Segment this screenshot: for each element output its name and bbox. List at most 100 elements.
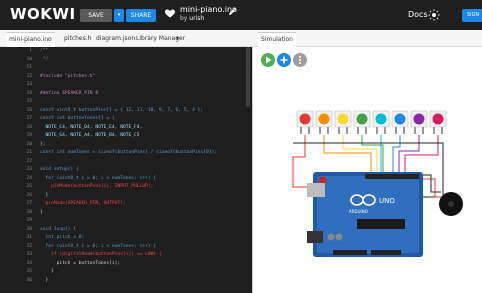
share-button[interactable]: SHARE — [126, 9, 156, 22]
pushbutton-cap[interactable] — [432, 113, 444, 125]
pushbutton[interactable] — [315, 110, 333, 134]
line-number: 12 — [26, 73, 32, 79]
tab-pitches-h[interactable]: pitches.h — [64, 34, 91, 44]
pushbutton-cap[interactable] — [337, 113, 349, 125]
code-line[interactable]: for (uint8_t i = 0; i < numTones; i++) { — [40, 175, 157, 184]
board-brand-label: ARDUINO — [349, 209, 368, 214]
code-line[interactable]: void loop() { — [40, 226, 76, 235]
line-number: 28 — [26, 209, 32, 215]
tabs-menu-button[interactable]: ▾ — [176, 34, 179, 44]
code-line[interactable]: int pitch = 0; — [40, 234, 85, 243]
line-number: 27 — [26, 201, 32, 206]
line-number: 25 — [26, 184, 32, 189]
code-line[interactable]: for (uint8_t i = 0; i < numTones; i++) { — [40, 243, 157, 252]
code-line[interactable]: if (digitalRead(buttonPins[i]) == LOW) { — [40, 251, 162, 260]
pushbutton[interactable] — [296, 110, 314, 134]
code-line[interactable]: const int buttonTones[] = { — [40, 115, 115, 124]
pushbutton[interactable] — [410, 110, 428, 134]
line-number: 20 — [26, 141, 32, 147]
usb-port — [307, 183, 325, 197]
code-line[interactable]: const uint8_t buttonPins[] = { 12, 11, 1… — [40, 107, 203, 116]
pushbutton[interactable] — [334, 110, 352, 134]
top-bar: WOKWI SAVE ▾ SHARE mini-piano.ino by uri… — [0, 0, 482, 30]
code-line[interactable]: pinMode(SPEAKER_PIN, OUTPUT); — [40, 200, 126, 209]
pushbutton-cap[interactable] — [318, 113, 330, 125]
capacitor — [335, 233, 343, 241]
heart-icon[interactable] — [164, 7, 176, 19]
pushbutton-leg — [357, 127, 359, 134]
save-dropdown-button[interactable]: ▾ — [114, 9, 124, 22]
circuit-canvas[interactable]: UNO ARDUINO — [253, 47, 482, 293]
line-number: 10 — [26, 56, 32, 62]
pushbutton[interactable] — [372, 110, 390, 134]
line-number: 11 — [26, 65, 32, 70]
pushbutton-leg — [433, 127, 435, 134]
editor-scrollbar[interactable] — [246, 47, 250, 107]
pushbutton[interactable] — [353, 110, 371, 134]
code-line[interactable]: } — [40, 268, 54, 277]
pushbutton-leg — [422, 127, 424, 134]
line-number: 24 — [26, 175, 32, 181]
line-number: 19 — [26, 133, 32, 138]
line-number: 33 — [26, 252, 32, 257]
code-line[interactable]: NOTE_G4, NOTE_A4, NOTE_B4, NOTE_C5 — [40, 132, 140, 141]
code-line[interactable]: #define SPEAKER_PIN 8 — [40, 90, 98, 99]
tab-bar: mini-piano.ino pitches.h diagram.json Li… — [0, 30, 482, 48]
line-number: 31 — [26, 235, 32, 240]
line-number: 36 — [26, 277, 32, 283]
reset-button[interactable] — [319, 177, 326, 183]
pencil-icon[interactable] — [228, 7, 237, 16]
pushbutton[interactable] — [429, 110, 447, 134]
code-editor[interactable]: 1/** 10 */ 11 12 #include "pitches.h" 13 … — [0, 47, 252, 293]
pushbutton-leg — [441, 127, 443, 134]
code-line[interactable]: NOTE_C4, NOTE_D4, NOTE_E4, NOTE_F4, — [40, 124, 143, 133]
pushbutton-leg — [414, 127, 416, 134]
pushbutton-leg — [403, 127, 405, 134]
line-number: 1 — [29, 48, 32, 53]
docs-link[interactable]: Docs — [408, 10, 428, 19]
line-number: 16 — [26, 107, 32, 113]
pushbutton-cap[interactable] — [375, 113, 387, 125]
code-line[interactable]: /** — [40, 47, 48, 56]
code-line[interactable]: } — [40, 192, 49, 201]
tab-simulation[interactable]: Simulation — [258, 32, 296, 48]
pushbutton-cap[interactable] — [356, 113, 368, 125]
code-line[interactable]: pinMode(buttonPins[i], INPUT_PULLUP); — [40, 183, 153, 192]
line-number: 29 — [26, 218, 32, 223]
simulation-panel: UNO ARDUINO — [252, 47, 482, 293]
code-line[interactable]: #include "pitches.h" — [40, 73, 95, 82]
code-line[interactable]: pitch = buttonTones[i]; — [40, 260, 121, 269]
line-number: 18 — [26, 124, 32, 130]
pushbutton-leg — [300, 127, 302, 134]
save-button[interactable]: SAVE — [80, 9, 112, 22]
wokwi-logo[interactable]: WOKWI — [10, 5, 76, 23]
code-line[interactable]: } — [40, 209, 43, 218]
code-line[interactable]: void setup() { — [40, 166, 79, 175]
line-number: 17 — [26, 116, 32, 121]
capacitor — [327, 233, 335, 241]
arduino-uno-board[interactable]: UNO ARDUINO — [307, 172, 423, 257]
board-model-label: UNO — [379, 197, 395, 205]
pushbutton-cap[interactable] — [413, 113, 425, 125]
line-number: 13 — [26, 82, 32, 87]
digital-header — [365, 174, 419, 179]
buzzer[interactable] — [439, 192, 463, 216]
code-line[interactable]: const int numTones = sizeof(buttonPins) … — [40, 149, 217, 158]
pushbutton-leg — [327, 127, 329, 134]
code-line[interactable]: } — [40, 277, 49, 286]
sign-in-button[interactable]: SIGN — [462, 9, 482, 22]
pushbutton[interactable] — [391, 110, 409, 134]
pushbutton-leg — [308, 127, 310, 134]
tab-diagram-json[interactable]: diagram.json — [96, 34, 135, 44]
theme-toggle-icon[interactable] — [428, 9, 440, 21]
code-line[interactable]: }; — [40, 141, 46, 150]
author-name[interactable]: urish — [189, 15, 204, 22]
pushbutton-cap[interactable] — [394, 113, 406, 125]
line-number: 21 — [26, 150, 32, 155]
by-prefix: by — [180, 15, 188, 22]
pushbutton-cap[interactable] — [299, 113, 311, 125]
power-header — [333, 250, 367, 255]
code-line[interactable]: */ — [40, 56, 49, 65]
tab-mini-piano-ino[interactable]: mini-piano.ino — [6, 32, 55, 48]
line-number: 14 — [26, 90, 32, 96]
